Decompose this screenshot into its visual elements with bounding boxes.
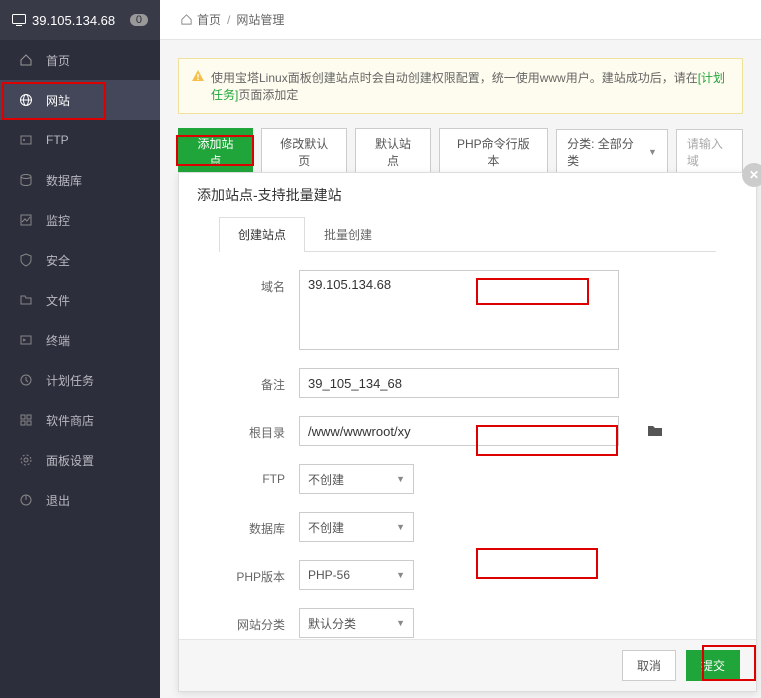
label-root: 根目录: [219, 416, 299, 441]
notice-text: 使用宝塔Linux面板创建站点时会自动创建权限配置，统一使用www用户。建站成功…: [211, 71, 698, 85]
label-ftp: FTP: [219, 464, 299, 486]
server-ip: 39.105.134.68: [32, 13, 130, 28]
sidebar-item-label: FTP: [46, 133, 69, 147]
sidebar-item-label: 文件: [46, 292, 70, 309]
breadcrumb-current: 网站管理: [236, 11, 284, 28]
sidebar-item-software[interactable]: 软件商店: [0, 400, 160, 440]
database-icon: [18, 173, 34, 187]
notice-bar: 使用宝塔Linux面板创建站点时会自动创建权限配置，统一使用www用户。建站成功…: [178, 58, 743, 114]
sidebar-item-monitor[interactable]: 监控: [0, 200, 160, 240]
search-input[interactable]: 请输入域: [676, 129, 743, 175]
shield-icon: [18, 253, 34, 267]
sidebar-item-logout[interactable]: 退出: [0, 480, 160, 520]
php-cli-button[interactable]: PHP命令行版本: [439, 128, 549, 176]
label-domain: 域名: [219, 270, 299, 295]
breadcrumb: 首页 / 网站管理: [160, 0, 761, 40]
warning-icon: [191, 69, 205, 83]
home-icon: [180, 13, 193, 26]
sidebar-item-website[interactable]: 网站: [0, 80, 160, 120]
caret-down-icon: ▼: [396, 618, 405, 628]
modal-title: 添加站点-支持批量建站: [179, 173, 756, 217]
sidebar-item-label: 监控: [46, 212, 70, 229]
logout-icon: [18, 493, 34, 507]
sidebar-item-label: 面板设置: [46, 452, 94, 469]
sidebar-item-label: 数据库: [46, 172, 82, 189]
root-input[interactable]: [299, 416, 619, 446]
default-site-button[interactable]: 默认站点: [355, 128, 430, 176]
label-php: PHP版本: [219, 560, 299, 585]
label-remark: 备注: [219, 368, 299, 393]
tab-create-site[interactable]: 创建站点: [219, 217, 305, 252]
caret-down-icon: ▼: [396, 522, 405, 532]
apps-icon: [18, 413, 34, 427]
breadcrumb-separator: /: [227, 13, 230, 27]
sidebar-item-cron[interactable]: 计划任务: [0, 360, 160, 400]
caret-down-icon: ▼: [648, 147, 657, 157]
cancel-button[interactable]: 取消: [622, 650, 676, 681]
folder-icon: [18, 293, 34, 307]
sidebar-item-settings[interactable]: 面板设置: [0, 440, 160, 480]
clock-icon: [18, 373, 34, 387]
alert-badge[interactable]: 0: [130, 14, 148, 26]
ftp-select[interactable]: 不创建▼: [299, 464, 414, 494]
add-site-modal: ✕ 添加站点-支持批量建站 创建站点 批量创建 域名 备注 根目录 FTP: [178, 172, 757, 692]
category-label: 分类: 全部分类: [567, 135, 640, 169]
home-icon: [18, 53, 34, 67]
default-page-button[interactable]: 修改默认页: [261, 128, 347, 176]
sidebar-item-database[interactable]: 数据库: [0, 160, 160, 200]
domain-textarea[interactable]: [299, 270, 619, 350]
gear-icon: [18, 453, 34, 467]
database-select[interactable]: 不创建▼: [299, 512, 414, 542]
sidebar-item-files[interactable]: 文件: [0, 280, 160, 320]
sidebar-item-label: 计划任务: [46, 372, 94, 389]
sidebar-item-label: 退出: [46, 492, 70, 509]
sidebar-item-terminal[interactable]: 终端: [0, 320, 160, 360]
sidebar-item-label: 安全: [46, 252, 70, 269]
category-dropdown[interactable]: 分类: 全部分类 ▼: [556, 129, 668, 175]
chart-icon: [18, 213, 34, 227]
php-version-select[interactable]: PHP-56▼: [299, 560, 414, 590]
submit-button[interactable]: 提交: [686, 650, 740, 681]
add-site-button[interactable]: 添加站点: [178, 128, 253, 176]
caret-down-icon: ▼: [396, 474, 405, 484]
remark-input[interactable]: [299, 368, 619, 398]
label-database: 数据库: [219, 512, 299, 537]
breadcrumb-home[interactable]: 首页: [197, 11, 221, 28]
notice-text-after: 页面添加定: [238, 88, 298, 102]
category-select[interactable]: 默认分类▼: [299, 608, 414, 638]
terminal-icon: [18, 333, 34, 347]
ftp-icon: [18, 133, 34, 147]
sidebar-item-label: 首页: [46, 52, 70, 69]
sidebar-item-label: 网站: [46, 92, 70, 109]
globe-icon: [18, 93, 34, 107]
folder-picker-icon[interactable]: [647, 424, 663, 438]
sidebar-item-security[interactable]: 安全: [0, 240, 160, 280]
tab-batch-create[interactable]: 批量创建: [305, 217, 391, 251]
sidebar-item-home[interactable]: 首页: [0, 40, 160, 80]
monitor-icon: [12, 14, 26, 26]
label-category: 网站分类: [219, 608, 299, 633]
caret-down-icon: ▼: [396, 570, 405, 580]
sidebar-item-ftp[interactable]: FTP: [0, 120, 160, 160]
sidebar-item-label: 终端: [46, 332, 70, 349]
sidebar-item-label: 软件商店: [46, 412, 94, 429]
